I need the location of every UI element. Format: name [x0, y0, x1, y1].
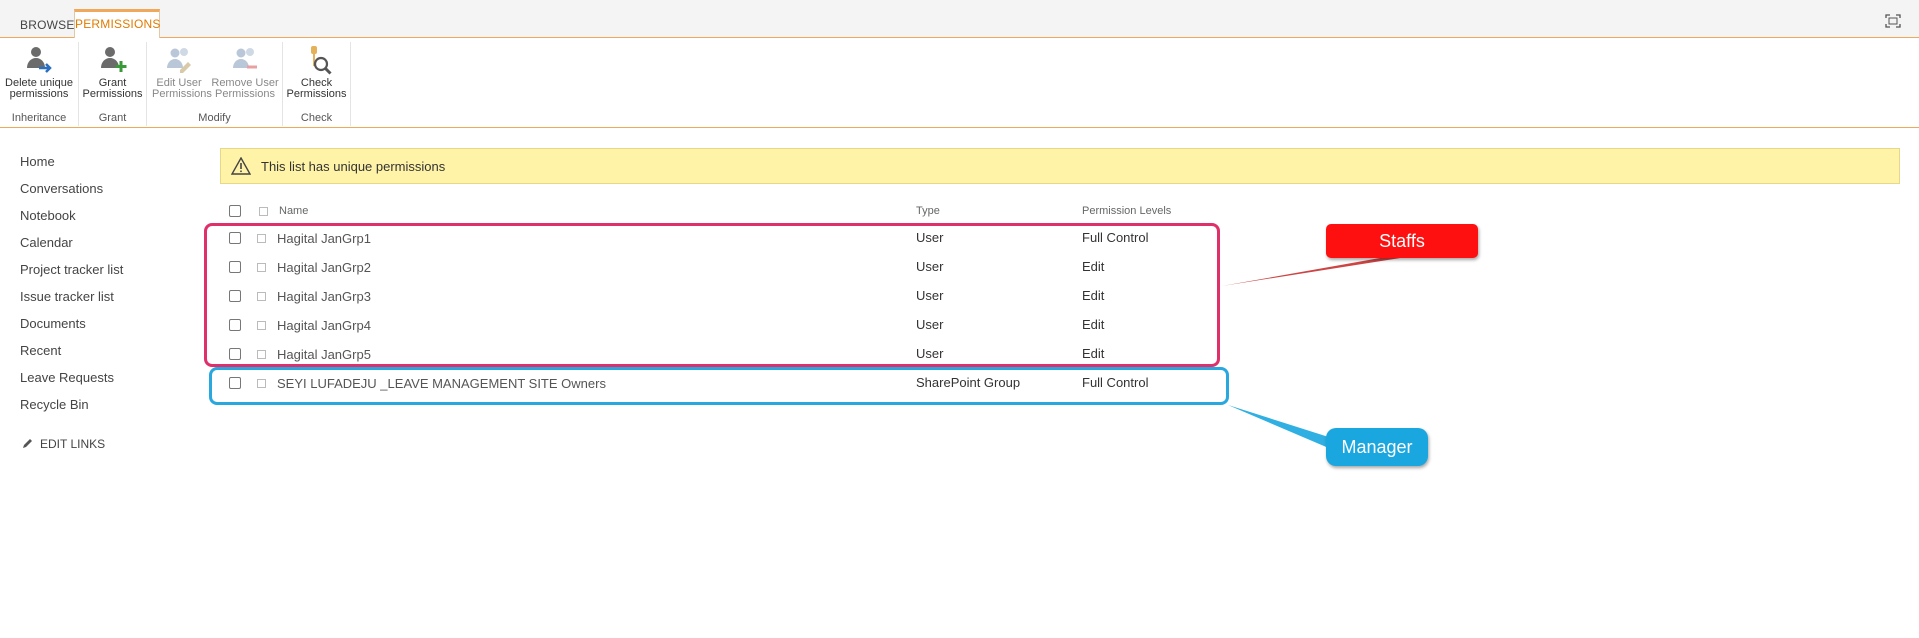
manager-callout: Manager — [1326, 428, 1428, 466]
manager-highlight-box — [209, 367, 1229, 405]
staffs-callout: Staffs — [1326, 224, 1478, 258]
staffs-highlight-box — [204, 223, 1220, 367]
